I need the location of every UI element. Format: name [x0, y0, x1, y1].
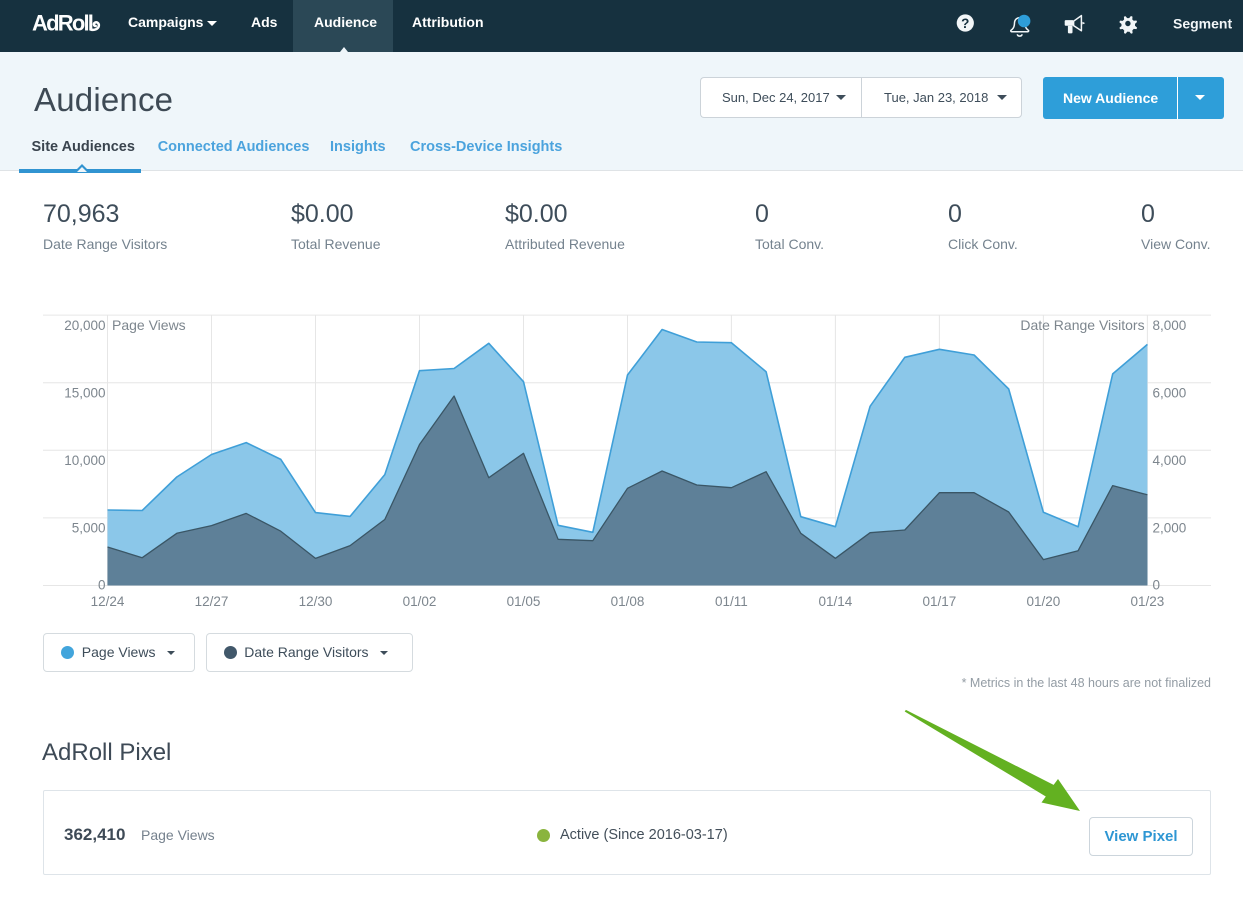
svg-text:6,000: 6,000: [1153, 386, 1187, 401]
svg-text:01/02: 01/02: [403, 594, 437, 609]
svg-text:01/05: 01/05: [507, 594, 541, 609]
svg-text:?: ?: [961, 16, 969, 31]
svg-text:12/24: 12/24: [91, 594, 125, 609]
svg-text:12/30: 12/30: [299, 594, 333, 609]
svg-text:0: 0: [1153, 577, 1161, 592]
svg-text:01/20: 01/20: [1027, 594, 1061, 609]
svg-text:01/11: 01/11: [715, 594, 748, 609]
svg-text:Page Views: Page Views: [112, 317, 186, 333]
svg-text:15,000: 15,000: [64, 386, 105, 401]
svg-text:01/23: 01/23: [1131, 594, 1165, 609]
svg-text:0: 0: [98, 577, 106, 592]
svg-text:12/27: 12/27: [195, 594, 229, 609]
svg-text:AdRoll: AdRoll: [32, 11, 93, 36]
svg-text:Date Range Visitors: Date Range Visitors: [1020, 317, 1144, 333]
svg-text:2,000: 2,000: [1153, 521, 1187, 536]
svg-text:20,000: 20,000: [64, 318, 105, 333]
svg-text:8,000: 8,000: [1153, 318, 1187, 333]
svg-text:5,000: 5,000: [72, 521, 106, 536]
svg-text:4,000: 4,000: [1153, 453, 1187, 468]
svg-text:10,000: 10,000: [64, 453, 105, 468]
svg-text:01/14: 01/14: [819, 594, 853, 609]
svg-text:01/08: 01/08: [611, 594, 645, 609]
svg-text:01/17: 01/17: [923, 594, 957, 609]
svg-text:Segment: Segment: [1173, 16, 1232, 32]
